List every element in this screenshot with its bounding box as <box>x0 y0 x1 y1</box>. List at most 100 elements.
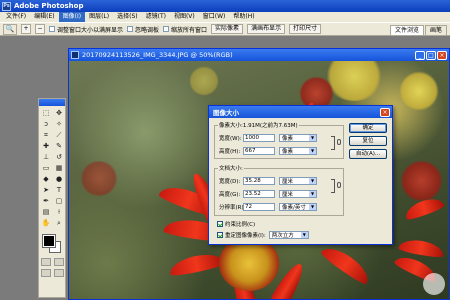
move-tool-icon[interactable]: ✥ <box>53 108 65 118</box>
pixel-width-unit-select[interactable]: 像素 ▼ <box>279 133 317 142</box>
pixel-width-unit: 像素 <box>282 135 294 142</box>
flower-petal <box>398 237 445 259</box>
document-icon <box>71 51 79 59</box>
menu-window[interactable]: 窗口(W) <box>199 12 230 22</box>
auto-button[interactable]: 自动(A)... <box>349 149 387 159</box>
resolution-unit-select[interactable]: 像素/英寸 ▼ <box>279 202 317 211</box>
menu-view[interactable]: 视图(V) <box>170 12 199 22</box>
chevron-down-icon[interactable]: ▼ <box>309 177 316 184</box>
reset-button[interactable]: 复位 <box>349 136 387 146</box>
doc-height-input[interactable]: 23.52 <box>243 189 275 198</box>
menu-select[interactable]: 选择(S) <box>113 12 142 22</box>
resolution-input[interactable]: 72 <box>243 202 275 211</box>
eraser-tool-icon[interactable]: ▭ <box>40 163 52 173</box>
type-tool-icon[interactable]: T <box>53 185 65 195</box>
close-icon[interactable]: × <box>380 107 390 117</box>
gradient-tool-icon[interactable]: ▦ <box>53 163 65 173</box>
document-size-label: 文档大小: <box>218 164 244 172</box>
screen-mode-standard-icon[interactable] <box>40 269 51 277</box>
menu-file[interactable]: 文件(F) <box>2 12 30 22</box>
ignore-palettes-option[interactable]: 忽略调板 <box>127 25 159 34</box>
print-size-button[interactable]: 打印尺寸 <box>289 24 322 34</box>
clone-stamp-tool-icon[interactable]: ⊥ <box>40 152 52 162</box>
image-size-dialog: 图像大小 × 像素大小:1.91M(之前为7.63M) 宽度(W): 1000 … <box>208 105 393 245</box>
chevron-down-icon[interactable]: ▼ <box>309 190 316 197</box>
menu-layer[interactable]: 图层(L) <box>85 12 113 22</box>
dialog-titlebar[interactable]: 图像大小 × <box>209 106 392 118</box>
quick-mask-row <box>39 258 65 266</box>
file-browser-tab[interactable]: 文件浏览 <box>389 25 424 35</box>
ignore-palettes-checkbox[interactable] <box>127 26 134 32</box>
zoom-all-windows-option[interactable]: 缩放所有窗口 <box>163 25 207 34</box>
zoom-out-icon[interactable]: − <box>35 24 45 34</box>
history-brush-tool-icon[interactable]: ↺ <box>53 152 65 162</box>
resample-method-select[interactable]: 两次立方 ▼ <box>268 231 309 239</box>
resize-windows-checkbox[interactable] <box>49 26 55 32</box>
pixel-height-unit: 像素 <box>282 148 294 155</box>
zoom-tool-preset-icon[interactable]: 🔍 <box>3 23 17 35</box>
resample-option[interactable]: 重定图像像素(I): 两次立方 ▼ <box>217 231 309 239</box>
pixel-height-row: 高度(H): 667 像素 ▼ <box>219 146 317 155</box>
slice-tool-icon[interactable]: ⟋ <box>53 130 65 140</box>
constrain-proportions-option[interactable]: 约束比例(C) <box>217 220 255 228</box>
tool-grid: ⬚ ✥ ↄ ✧ ⌗ ⟋ ✚ ✎ ⊥ ↺ ▭ ▦ ◆ ● ➤ T ✒ ▢ ▤ ⟊ … <box>39 106 65 230</box>
document-titlebar[interactable]: 20170924113526_IMG_3344.JPG @ 50%(RGB) _… <box>69 49 449 61</box>
constrain-proportions-checkbox[interactable] <box>217 221 223 227</box>
bokeh-yellow <box>399 71 439 111</box>
pixel-height-unit-select[interactable]: 像素 ▼ <box>279 146 317 155</box>
dodge-tool-icon[interactable]: ● <box>53 174 65 184</box>
doc-height-label: 高度(G): <box>219 191 241 198</box>
crop-tool-icon[interactable]: ⌗ <box>40 130 52 140</box>
resolution-label: 分辨率(R): <box>219 204 246 211</box>
flower-petal <box>167 250 226 278</box>
foreground-color-swatch[interactable] <box>42 234 56 248</box>
screen-mode-full-icon[interactable] <box>53 269 64 277</box>
actual-pixels-button[interactable]: 实际像素 <box>211 24 244 34</box>
hand-tool-icon[interactable]: ✋ <box>40 218 52 228</box>
menu-filter[interactable]: 滤镜(T) <box>142 12 170 22</box>
doc-width-unit-select[interactable]: 厘米 ▼ <box>279 176 317 185</box>
zoom-tool-icon[interactable]: ⌕ <box>53 218 65 228</box>
resample-label: 重定图像像素(I): <box>225 233 266 239</box>
zoom-all-windows-checkbox[interactable] <box>163 26 170 32</box>
fit-on-screen-button[interactable]: 满画布显示 <box>247 24 286 34</box>
quick-mask-mode-icon[interactable] <box>53 258 64 266</box>
menu-image[interactable]: 图像(I) <box>58 12 86 22</box>
chevron-down-icon[interactable]: ▼ <box>300 232 308 238</box>
pixel-width-input[interactable]: 1000 <box>243 133 275 142</box>
zoom-in-icon[interactable]: + <box>21 24 31 34</box>
dialog-title: 图像大小 <box>213 109 239 117</box>
chevron-down-icon[interactable]: ▼ <box>309 134 316 141</box>
ignore-palettes-label: 忽略调板 <box>135 26 160 34</box>
ok-button[interactable]: 确定 <box>349 123 387 133</box>
resize-windows-option[interactable]: 调整窗口大小以满屏显示 <box>49 25 123 34</box>
marquee-tool-icon[interactable]: ⬚ <box>40 108 52 118</box>
close-icon[interactable]: × <box>437 50 447 60</box>
brushes-tab[interactable]: 画笔 <box>424 25 447 35</box>
doc-width-input[interactable]: 35.28 <box>243 176 275 185</box>
pixel-height-input[interactable]: 667 <box>243 146 275 155</box>
pixel-link-bracket <box>331 136 335 150</box>
minimize-icon[interactable]: _ <box>415 50 425 60</box>
doc-height-unit-select[interactable]: 厘米 ▼ <box>279 189 317 198</box>
menu-edit[interactable]: 编辑(E) <box>30 12 58 22</box>
standard-mode-icon[interactable] <box>40 258 51 266</box>
maximize-icon[interactable]: □ <box>426 50 436 60</box>
app-title: Adobe Photoshop <box>14 2 84 10</box>
lasso-tool-icon[interactable]: ↄ <box>40 119 52 129</box>
notes-tool-icon[interactable]: ▤ <box>40 207 52 217</box>
eyedropper-tool-icon[interactable]: ⟊ <box>53 207 65 217</box>
chevron-down-icon[interactable]: ▼ <box>309 203 316 210</box>
healing-brush-tool-icon[interactable]: ✚ <box>40 141 52 151</box>
chevron-down-icon[interactable]: ▼ <box>309 147 316 154</box>
pen-tool-icon[interactable]: ✒ <box>40 196 52 206</box>
brush-tool-icon[interactable]: ✎ <box>53 141 65 151</box>
resample-checkbox[interactable] <box>217 232 223 238</box>
shape-tool-icon[interactable]: ▢ <box>53 196 65 206</box>
options-bar: 🔍 + − 调整窗口大小以满屏显示 忽略调板 缩放所有窗口 实际像素 满画布显示… <box>0 22 450 36</box>
magic-wand-tool-icon[interactable]: ✧ <box>53 119 65 129</box>
blur-tool-icon[interactable]: ◆ <box>40 174 52 184</box>
toolbox-header[interactable] <box>39 99 65 106</box>
path-selection-tool-icon[interactable]: ➤ <box>40 185 52 195</box>
menu-help[interactable]: 帮助(H) <box>229 12 258 22</box>
